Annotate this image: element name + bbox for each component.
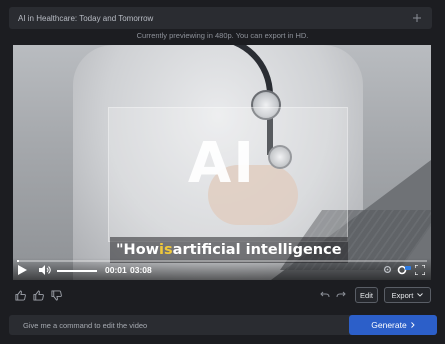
like-icon[interactable] bbox=[31, 288, 45, 302]
volume-slider[interactable] bbox=[57, 270, 97, 272]
settings-icon[interactable] bbox=[383, 265, 392, 274]
video-player[interactable]: AI "How is artificial intelligence 00:01… bbox=[13, 45, 431, 280]
generate-button[interactable]: Generate bbox=[349, 315, 437, 335]
video-editor-app: AI in Healthcare: Today and Tomorrow Cur… bbox=[0, 0, 445, 344]
duration: 03:08 bbox=[130, 265, 152, 275]
chevron-down-icon bbox=[417, 293, 424, 297]
generate-label: Generate bbox=[371, 320, 407, 330]
progress-fill bbox=[17, 260, 20, 262]
play-icon[interactable] bbox=[18, 265, 27, 275]
caption-highlight: is bbox=[159, 242, 173, 258]
player-controls: 00:01 03:08 bbox=[13, 258, 431, 280]
redo-icon[interactable] bbox=[334, 288, 348, 302]
caption-before: "How bbox=[116, 242, 160, 258]
bottom-toolbar: Edit Export bbox=[0, 285, 445, 307]
thumbs-up-icon[interactable] bbox=[13, 288, 27, 302]
export-button[interactable]: Export bbox=[384, 287, 431, 303]
undo-icon[interactable] bbox=[318, 288, 332, 302]
video-title: AI in Healthcare: Today and Tomorrow bbox=[18, 13, 154, 23]
ai-overlay-text: AI bbox=[187, 131, 257, 196]
preview-note: Currently previewing in 480p. You can ex… bbox=[136, 31, 309, 40]
title-bar: AI in Healthcare: Today and Tomorrow bbox=[9, 7, 432, 29]
edit-button[interactable]: Edit bbox=[355, 287, 378, 303]
fullscreen-icon[interactable] bbox=[415, 265, 425, 275]
command-bar: Generate bbox=[9, 315, 437, 335]
export-label: Export bbox=[391, 290, 414, 300]
command-input[interactable] bbox=[9, 315, 347, 335]
chevron-right-icon bbox=[410, 322, 415, 328]
plus-icon[interactable] bbox=[411, 12, 423, 24]
hd-badge-icon[interactable] bbox=[397, 265, 411, 275]
caption-after: artificial intelligence bbox=[172, 242, 342, 258]
volume-icon[interactable] bbox=[39, 265, 51, 275]
thumbs-down-icon[interactable] bbox=[49, 288, 63, 302]
current-time: 00:01 bbox=[105, 265, 127, 275]
progress-bar[interactable] bbox=[17, 260, 427, 262]
